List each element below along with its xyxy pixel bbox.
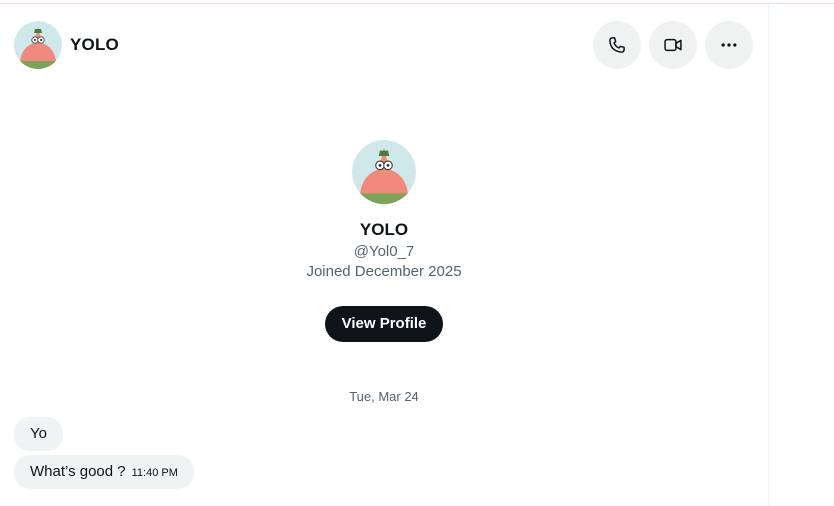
pane-divider bbox=[768, 4, 769, 506]
profile-name: YOLO bbox=[359, 220, 409, 239]
profile-joined-date: Joined December 2025 bbox=[306, 263, 462, 280]
message-bubble[interactable]: What’s good ? 11:40 PM bbox=[14, 455, 194, 489]
more-options-button[interactable] bbox=[705, 21, 753, 69]
view-profile-button[interactable]: View Profile bbox=[324, 306, 444, 342]
date-separator: Tue, Mar 24 bbox=[349, 389, 419, 404]
video-call-button[interactable] bbox=[649, 21, 697, 69]
message-timestamp: 11:40 PM bbox=[131, 467, 178, 479]
conversation-pane: YOLO YOLO @Yol0_7 Joined December 2025 V… bbox=[0, 4, 768, 506]
conversation-header: YOLO bbox=[0, 4, 768, 86]
message-bubble[interactable]: Yo bbox=[14, 417, 63, 451]
call-button[interactable] bbox=[593, 21, 641, 69]
profile-handle: @Yol0_7 bbox=[353, 243, 415, 260]
profile-card: YOLO @Yol0_7 Joined December 2025 View P… bbox=[0, 140, 768, 342]
profile-avatar[interactable] bbox=[352, 140, 416, 204]
phone-icon bbox=[609, 37, 625, 53]
header-username: YOLO bbox=[70, 35, 119, 54]
message-text: Yo bbox=[30, 425, 47, 442]
more-horizontal-icon bbox=[721, 43, 737, 47]
message-text: What’s good ? bbox=[30, 463, 126, 480]
patrick-avatar-icon[interactable] bbox=[14, 21, 62, 69]
video-camera-icon bbox=[664, 38, 682, 52]
